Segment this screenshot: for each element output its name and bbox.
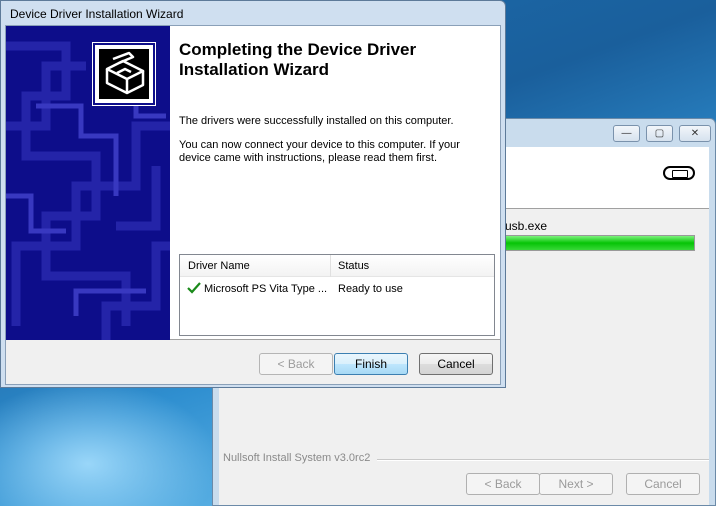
close-button[interactable]: ✕ <box>679 125 711 142</box>
minimize-icon: — <box>621 128 632 139</box>
installer-cancel-button[interactable]: Cancel <box>626 473 700 495</box>
close-icon: ✕ <box>690 128 700 139</box>
install-progress-bar <box>505 235 695 251</box>
driver-box-icon-frame <box>92 42 156 106</box>
ps-vita-icon <box>663 166 695 180</box>
driver-table-header: Driver Name Status <box>180 255 494 277</box>
wizard-content: Completing the Device Driver Installatio… <box>6 26 500 340</box>
branding-text: Nullsoft Install System v3.0rc2 <box>223 452 371 464</box>
branding-divider <box>377 459 709 461</box>
current-file-label: usb.exe <box>505 219 548 233</box>
driver-name-cell: Microsoft PS Vita Type ... <box>204 283 328 295</box>
installer-back-button[interactable]: < Back <box>466 473 540 495</box>
minimize-button[interactable]: — <box>613 125 640 142</box>
column-header-status[interactable]: Status <box>331 255 495 277</box>
wizard-titlebar[interactable]: Device Driver Installation Wizard <box>1 1 505 25</box>
wizard-client: Completing the Device Driver Installatio… <box>5 25 501 385</box>
maximize-button[interactable]: ▢ <box>646 125 673 142</box>
connect-message: You can now connect your device to this … <box>179 139 460 164</box>
success-message: The drivers were successfully installed … <box>179 115 454 127</box>
window-title: Device Driver Installation Wizard <box>10 7 184 21</box>
wizard-heading: Completing the Device Driver Installatio… <box>179 40 417 79</box>
driver-table[interactable]: Driver Name Status Microsoft PS Vita Typ… <box>179 254 495 336</box>
cancel-button[interactable]: Cancel <box>419 353 493 375</box>
driver-status-cell: Ready to use <box>338 283 403 295</box>
desktop-glow <box>0 380 220 506</box>
column-header-driver-name[interactable]: Driver Name <box>180 255 331 277</box>
finish-button[interactable]: Finish <box>334 353 408 375</box>
wizard-banner <box>6 26 170 340</box>
progress-fill <box>506 236 694 250</box>
driver-box-icon <box>99 49 149 99</box>
green-check-icon <box>187 282 201 294</box>
table-row[interactable]: Microsoft PS Vita Type ... Ready to use <box>180 279 494 299</box>
installer-next-button[interactable]: Next > <box>539 473 613 495</box>
driver-wizard-window: Device Driver Installation Wizard Comple… <box>0 0 506 388</box>
maximize-icon: ▢ <box>654 128 665 139</box>
back-button[interactable]: < Back <box>259 353 333 375</box>
